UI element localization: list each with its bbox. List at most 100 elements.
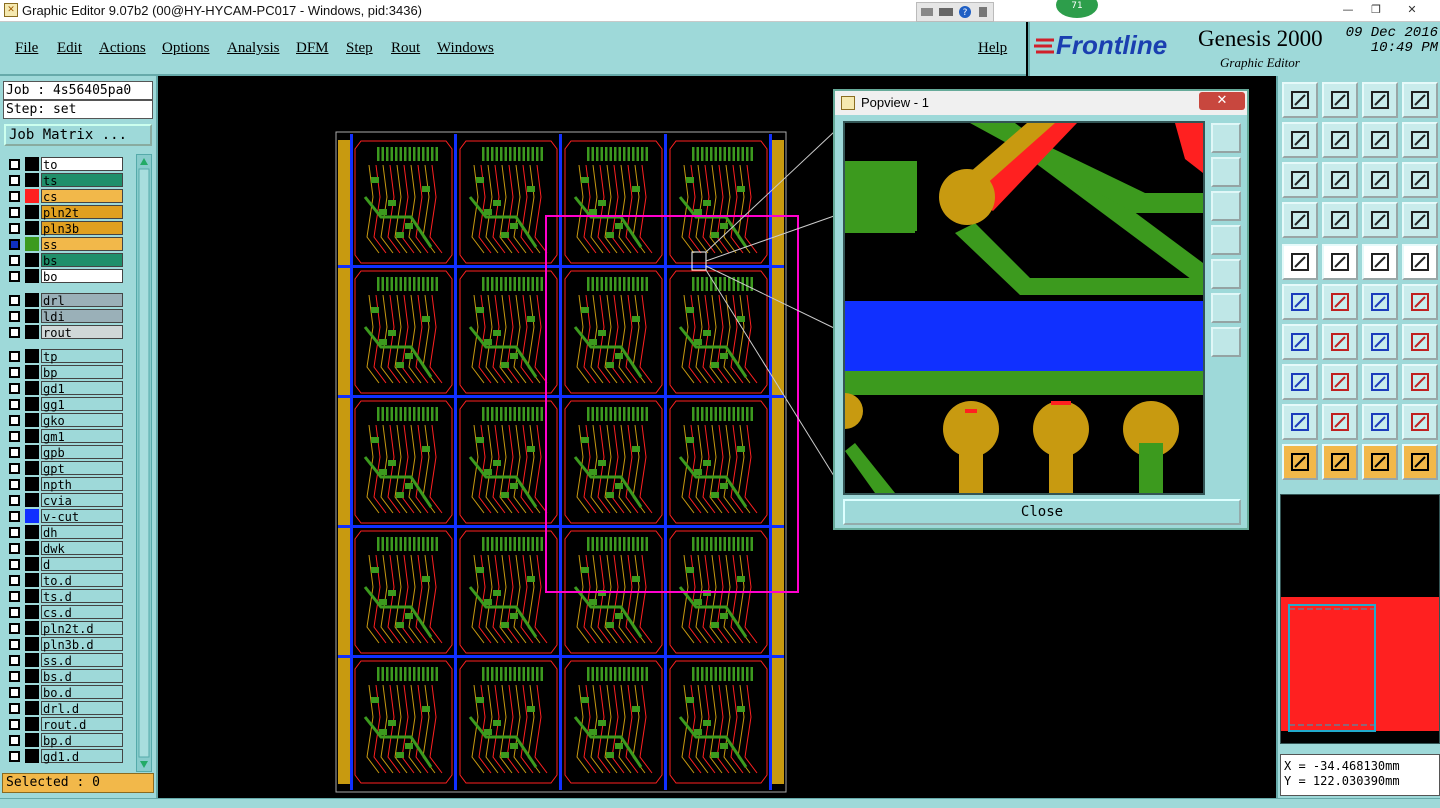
layer-checkbox[interactable] bbox=[9, 719, 20, 730]
layer-color-swatch[interactable] bbox=[25, 477, 39, 491]
layer-checkbox[interactable] bbox=[9, 239, 20, 250]
tool-pan-icon-0-2[interactable] bbox=[1362, 82, 1398, 118]
layer-color-swatch[interactable] bbox=[25, 701, 39, 715]
layer-name[interactable]: cs.d bbox=[41, 605, 123, 620]
layer-checkbox[interactable] bbox=[9, 175, 20, 186]
layer-checkbox[interactable] bbox=[9, 687, 20, 698]
layer-color-swatch[interactable] bbox=[25, 733, 39, 747]
tool-cursor-icon-9-3[interactable] bbox=[1402, 444, 1438, 480]
layer-row-to[interactable]: to bbox=[5, 156, 125, 172]
layer-name[interactable]: drl.d bbox=[41, 701, 123, 716]
layer-name[interactable]: gm1 bbox=[41, 429, 123, 444]
layer-checkbox[interactable] bbox=[9, 271, 20, 282]
layer-checkbox[interactable] bbox=[9, 575, 20, 586]
tool-measure-icon-7-0[interactable] bbox=[1282, 364, 1318, 400]
menu-step[interactable]: Step bbox=[346, 40, 373, 57]
layer-checkbox[interactable] bbox=[9, 415, 20, 426]
layer-checkbox[interactable] bbox=[9, 495, 20, 506]
layer-row-tp[interactable]: tp bbox=[5, 348, 125, 364]
layer-color-swatch[interactable] bbox=[25, 365, 39, 379]
tool-snap-icon-5-1[interactable] bbox=[1322, 284, 1358, 320]
layer-name[interactable]: pln2t.d bbox=[41, 621, 123, 636]
layer-row-pln2t[interactable]: pln2t bbox=[5, 204, 125, 220]
layer-checkbox[interactable] bbox=[9, 607, 20, 618]
menu-help[interactable]: Help bbox=[978, 40, 1007, 57]
popview-tool-down-icon[interactable] bbox=[1211, 191, 1241, 221]
layer-row-rout[interactable]: rout bbox=[5, 324, 125, 340]
tool-zoom-icon-0-1[interactable] bbox=[1322, 82, 1358, 118]
layer-color-swatch[interactable] bbox=[25, 189, 39, 203]
layer-row-ts.d[interactable]: ts.d bbox=[5, 588, 125, 604]
popview-tool-center-icon[interactable] bbox=[1211, 327, 1241, 357]
layer-checkbox[interactable] bbox=[9, 735, 20, 746]
tool-pan-icon-2-2[interactable] bbox=[1362, 162, 1398, 198]
layer-name[interactable]: gg1 bbox=[41, 397, 123, 412]
window-close-button[interactable]: ✕ bbox=[1400, 2, 1424, 18]
layer-row-gd1.d[interactable]: gd1.d bbox=[5, 748, 125, 764]
layer-row-ss.d[interactable]: ss.d bbox=[5, 652, 125, 668]
layer-checkbox[interactable] bbox=[9, 351, 20, 362]
tool-select-icon-7-2[interactable] bbox=[1362, 364, 1398, 400]
layer-checkbox[interactable] bbox=[9, 479, 20, 490]
layer-row-bo[interactable]: bo bbox=[5, 268, 125, 284]
tool-measure-icon-5-0[interactable] bbox=[1282, 284, 1318, 320]
layer-color-swatch[interactable] bbox=[25, 557, 39, 571]
layer-color-swatch[interactable] bbox=[25, 541, 39, 555]
layer-row-ldi[interactable]: ldi bbox=[5, 308, 125, 324]
tool-pan-icon-6-2[interactable] bbox=[1362, 324, 1398, 360]
tool-measure-icon-1-0[interactable] bbox=[1282, 122, 1318, 158]
layer-name[interactable]: gpb bbox=[41, 445, 123, 460]
layer-color-swatch[interactable] bbox=[25, 669, 39, 683]
layer-row-gpb[interactable]: gpb bbox=[5, 444, 125, 460]
tool-measure-icon-3-0[interactable] bbox=[1282, 202, 1318, 238]
layer-color-swatch[interactable] bbox=[25, 653, 39, 667]
notification-badge[interactable]: 71 bbox=[1056, 0, 1098, 18]
layer-color-swatch[interactable] bbox=[25, 309, 39, 323]
popview-tool-right-icon[interactable] bbox=[1211, 259, 1241, 289]
tool-pan-icon-4-2[interactable] bbox=[1362, 244, 1398, 280]
menu-analysis[interactable]: Analysis bbox=[227, 40, 280, 57]
maximize-button[interactable]: ❐ bbox=[1364, 2, 1388, 18]
layer-color-swatch[interactable] bbox=[25, 685, 39, 699]
tool-cursor-icon-3-3[interactable] bbox=[1402, 202, 1438, 238]
layer-name[interactable]: pln3b bbox=[41, 221, 123, 236]
layer-name[interactable]: v-cut bbox=[41, 509, 123, 524]
layer-checkbox[interactable] bbox=[9, 255, 20, 266]
popview-tool-zoom-in-icon[interactable] bbox=[1211, 123, 1241, 153]
layer-color-swatch[interactable] bbox=[25, 173, 39, 187]
layer-checkbox[interactable] bbox=[9, 703, 20, 714]
layer-row-ss[interactable]: ss bbox=[5, 236, 125, 252]
layer-checkbox[interactable] bbox=[9, 311, 20, 322]
layer-color-swatch[interactable] bbox=[25, 205, 39, 219]
menu-dfm[interactable]: DFM bbox=[296, 40, 329, 57]
layer-checkbox[interactable] bbox=[9, 655, 20, 666]
layer-row-bp[interactable]: bp bbox=[5, 364, 125, 380]
tool-fit-icon-6-3[interactable] bbox=[1402, 324, 1438, 360]
popview-zoomed-area[interactable] bbox=[843, 121, 1205, 495]
layer-color-swatch[interactable] bbox=[25, 413, 39, 427]
menu-actions[interactable]: Actions bbox=[99, 40, 146, 57]
layer-name[interactable]: ss.d bbox=[41, 653, 123, 668]
job-matrix-button[interactable]: Job Matrix ... bbox=[4, 124, 152, 146]
layer-color-swatch[interactable] bbox=[25, 253, 39, 267]
layer-name[interactable]: cvia bbox=[41, 493, 123, 508]
tool-cursor-icon-1-3[interactable] bbox=[1402, 122, 1438, 158]
layer-name[interactable]: bs bbox=[41, 253, 123, 268]
layer-color-swatch[interactable] bbox=[25, 637, 39, 651]
layer-color-swatch[interactable] bbox=[25, 269, 39, 283]
layer-row-bp.d[interactable]: bp.d bbox=[5, 732, 125, 748]
layer-checkbox[interactable] bbox=[9, 543, 20, 554]
layer-checkbox[interactable] bbox=[9, 207, 20, 218]
popview-tool-fit-icon[interactable] bbox=[1211, 293, 1241, 323]
layer-name[interactable]: npth bbox=[41, 477, 123, 492]
layer-row-rout.d[interactable]: rout.d bbox=[5, 716, 125, 732]
layer-name[interactable]: bo.d bbox=[41, 685, 123, 700]
layer-row-gg1[interactable]: gg1 bbox=[5, 396, 125, 412]
layer-checkbox[interactable] bbox=[9, 671, 20, 682]
tool-fit-icon-8-3[interactable] bbox=[1402, 404, 1438, 440]
layer-checkbox[interactable] bbox=[9, 751, 20, 762]
layer-name[interactable]: to.d bbox=[41, 573, 123, 588]
layer-color-swatch[interactable] bbox=[25, 461, 39, 475]
tool-measure-icon-9-0[interactable] bbox=[1282, 444, 1318, 480]
layer-row-npth[interactable]: npth bbox=[5, 476, 125, 492]
